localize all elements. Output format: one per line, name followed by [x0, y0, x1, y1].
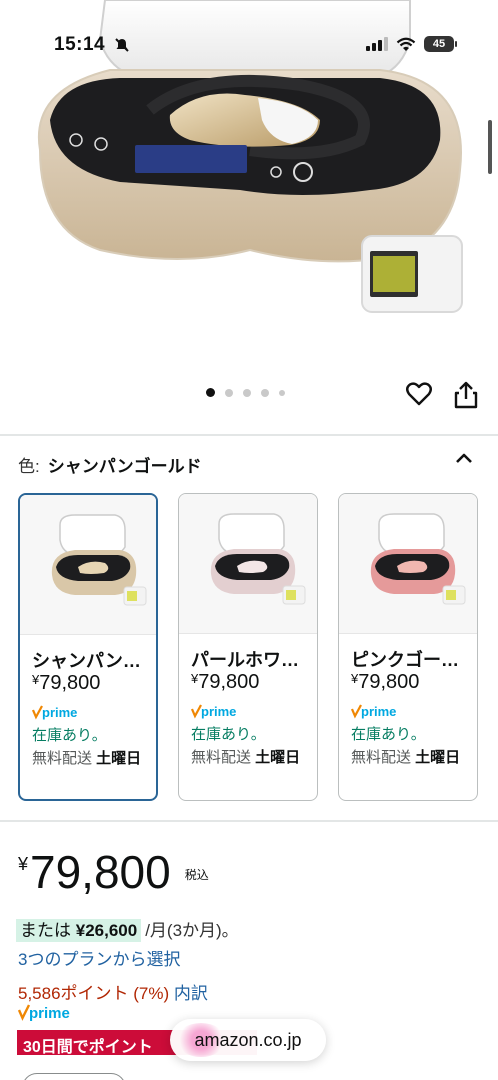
carousel-dot[interactable]: [261, 388, 269, 397]
carousel-dot[interactable]: [225, 388, 233, 397]
carousel-dot[interactable]: [206, 388, 215, 397]
color-key: 色:: [18, 457, 40, 476]
product-price: ¥ 79,800 税込: [18, 846, 209, 898]
carousel-dots[interactable]: [206, 388, 285, 397]
variant-shipping: 無料配送 土曜日: [32, 750, 142, 767]
installment-suffix: /月(3か月)。: [145, 921, 239, 940]
color-selected-value: シャンパンゴールド: [47, 457, 202, 476]
variant-price: ¥79,800: [32, 672, 101, 694]
variant-card-champagne-gold[interactable]: シャンパンゴールド ¥79,800 prime 在庫あり。 無料配送 土曜日: [18, 493, 158, 801]
carousel-dot[interactable]: [243, 388, 251, 397]
variant-shipping: 無料配送 土曜日: [351, 749, 461, 766]
price-value: 79,800: [30, 846, 171, 898]
points-info: 5,586ポイント (7%) 内訳: [18, 979, 208, 1004]
variant-card-pink-gold[interactable]: ピンクゴールド ¥79,800 prime 在庫あり。 無料配送 土曜日: [338, 493, 478, 801]
svg-text:prime: prime: [42, 705, 77, 720]
signal-icon: [366, 37, 388, 51]
variant-image: [210, 513, 306, 605]
prime-logo-icon: prime: [191, 704, 236, 719]
status-bar: 15:14 45: [0, 0, 498, 64]
plan-select-link[interactable]: 3つのプランから選択: [18, 945, 180, 970]
svg-text:prime: prime: [29, 1005, 70, 1022]
variant-stock: 在庫あり。: [351, 726, 426, 743]
wifi-icon: [396, 37, 416, 51]
variant-image: [51, 514, 147, 606]
scroll-indicator[interactable]: [488, 120, 492, 174]
color-selector-label: 色: シャンパンゴールド: [18, 452, 202, 477]
price-tax-label: 税込: [184, 868, 209, 882]
variant-image: [370, 513, 466, 605]
heart-icon[interactable]: [405, 380, 433, 408]
svg-text:prime: prime: [201, 704, 236, 719]
variant-name: ピンクゴールド: [351, 650, 469, 670]
installment-highlight: または ¥26,600: [16, 919, 142, 942]
variant-price: ¥79,800: [351, 671, 420, 693]
prime-logo-icon: prime: [18, 1004, 70, 1022]
variant-thumbnail: [339, 494, 477, 634]
url-text: amazon.co.jp: [194, 1029, 302, 1050]
chevron-up-icon[interactable]: [454, 449, 474, 467]
variant-name: パールホワイト: [191, 650, 309, 670]
share-icon[interactable]: [452, 380, 480, 410]
points-text: 5,586ポイント (7%): [18, 984, 170, 1003]
variant-shipping: 無料配送 土曜日: [191, 749, 301, 766]
status-time: 15:14: [54, 34, 106, 55]
variant-thumbnail: [179, 494, 317, 634]
section-divider: [0, 434, 498, 436]
section-divider: [0, 820, 498, 822]
partial-button[interactable]: [22, 1073, 126, 1080]
variant-stock: 在庫あり。: [191, 726, 266, 743]
points-breakdown-link[interactable]: 内訳: [174, 984, 208, 1003]
variant-thumbnail: [20, 495, 156, 635]
silent-bell-icon: [115, 38, 129, 52]
variant-price: ¥79,800: [191, 671, 260, 693]
prime-logo-icon: prime: [351, 704, 396, 719]
status-icons: 45: [366, 36, 457, 52]
url-bar[interactable]: amazon.co.jp: [170, 1019, 326, 1061]
svg-text:prime: prime: [361, 704, 396, 719]
installment-info: または ¥26,600/月(3か月)。: [16, 916, 239, 942]
variant-name: シャンパンゴールド: [32, 651, 150, 671]
carousel-controls: [0, 366, 498, 426]
carousel-dot[interactable]: [279, 389, 285, 396]
variant-card-pearl-white[interactable]: パールホワイト ¥79,800 prime 在庫あり。 無料配送 土曜日: [178, 493, 318, 801]
price-currency: ¥: [18, 854, 29, 874]
variant-stock: 在庫あり。: [32, 727, 107, 744]
prime-logo-icon: prime: [32, 705, 77, 720]
battery-indicator: 45: [424, 36, 457, 52]
